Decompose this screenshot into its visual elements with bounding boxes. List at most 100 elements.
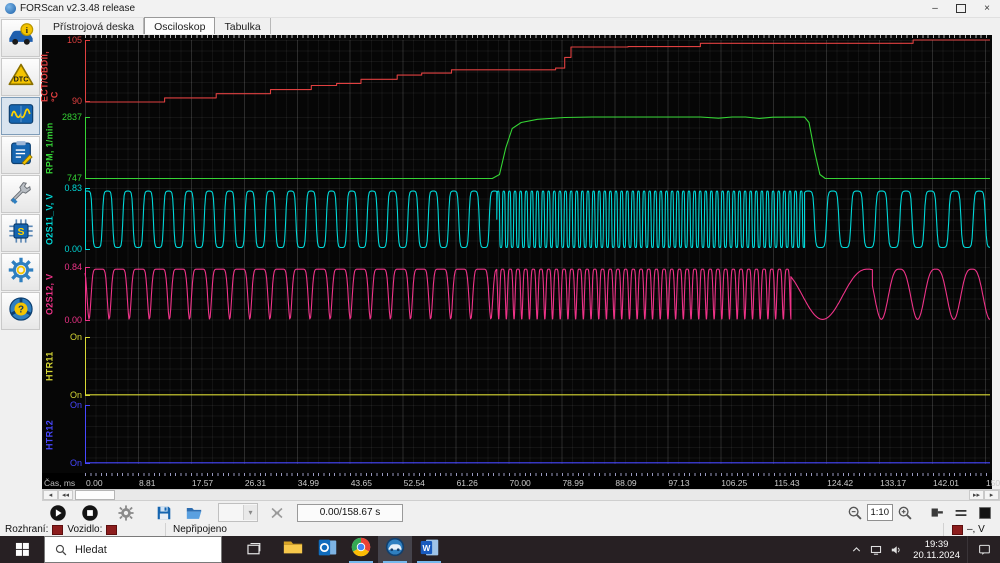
task-view-button[interactable]	[236, 536, 270, 563]
connection-status: Nepřipojeno	[173, 524, 227, 535]
gear-icon	[118, 504, 134, 521]
play-button[interactable]	[46, 503, 70, 523]
scroll-right-fast-icon[interactable]: ▸▸	[969, 490, 984, 500]
close-button[interactable]: ×	[974, 0, 1000, 17]
play-icon	[50, 504, 66, 521]
window-title: FORScan v2.3.48 release	[20, 3, 136, 14]
chip-icon: S	[7, 217, 35, 250]
measure-lines-button[interactable]	[949, 503, 973, 523]
sidebar-item-settings[interactable]	[1, 253, 40, 291]
scrollbar-track[interactable]	[115, 490, 969, 500]
app-icon	[5, 3, 16, 14]
horizontal-scrollbar[interactable]: ◂ ◂◂ ▸▸ ▸	[42, 489, 1000, 501]
volume-tray-icon[interactable]	[886, 536, 906, 563]
axis-bracket-htr11	[85, 337, 90, 396]
sidebar-item-about[interactable]: ?	[1, 292, 40, 330]
zoom-in-button[interactable]	[893, 503, 917, 523]
network-tray-icon[interactable]	[866, 536, 886, 563]
tab-tabulka[interactable]: Tabulka	[215, 18, 271, 34]
time-tick-12: 106.25	[721, 478, 748, 488]
taskbar-app-forscan[interactable]	[378, 536, 412, 563]
stop-icon	[82, 504, 98, 521]
sidebar-item-service[interactable]	[1, 175, 40, 213]
clear-marker-button[interactable]	[265, 503, 289, 523]
time-tick-9: 78.99	[562, 478, 584, 488]
scroll-left-fast-icon[interactable]: ◂◂	[58, 490, 73, 500]
svg-text:?: ?	[17, 304, 23, 315]
scrollbar-thumb[interactable]	[75, 490, 115, 500]
sidebar-item-dtc[interactable]: DTC	[1, 58, 40, 96]
taskbar-app-file-explorer[interactable]	[276, 536, 310, 563]
vehicle-led	[106, 524, 118, 535]
taskbar-app-word[interactable]: W	[412, 536, 446, 563]
scroll-right-icon[interactable]: ▸	[984, 490, 999, 500]
title-bar: FORScan v2.3.48 release – ×	[0, 0, 1000, 18]
time-tick-4: 34.99	[297, 478, 320, 488]
forscan-icon	[384, 536, 406, 563]
tab-pristrojova-deska[interactable]: Přístrojová deska	[44, 18, 145, 34]
start-button[interactable]	[0, 536, 44, 563]
black-square-button[interactable]	[973, 503, 997, 523]
trace-rpm	[85, 116, 990, 180]
marker-tool-button[interactable]	[925, 503, 949, 523]
tray-expand-button[interactable]	[846, 536, 866, 563]
network-icon	[871, 545, 882, 555]
time-position-readout: 0.00/158.67 s	[297, 503, 403, 522]
maximize-button[interactable]	[948, 0, 974, 17]
taskbar-app-outlook[interactable]	[310, 536, 344, 563]
open-button[interactable]	[182, 503, 206, 523]
stop-button[interactable]	[78, 503, 102, 523]
svg-text:S: S	[17, 226, 24, 238]
time-tick-3: 26.31	[244, 478, 267, 488]
taskbar-clock[interactable]: 19:39 20.11.2024	[913, 539, 960, 561]
minimize-button[interactable]: –	[922, 0, 948, 17]
time-tick-10: 88.09	[615, 478, 637, 488]
forscan-window: FORScan v2.3.48 release – × Přístrojová …	[0, 0, 1000, 563]
axis-bracket-ect	[85, 40, 90, 102]
action-center-button[interactable]	[967, 536, 1000, 563]
status-bar: Rozhraní: Vozidlo: Nepřipojeno –, V	[0, 523, 1000, 536]
time-axis-label: Čas, ms	[44, 478, 76, 488]
clock-time: 19:39	[924, 538, 949, 550]
sidebar-item-oscilloscope[interactable]	[1, 97, 40, 135]
time-tick-13: 115.43	[774, 478, 800, 488]
sidebar-item-programming[interactable]: S	[1, 214, 40, 252]
scroll-left-icon[interactable]: ◂	[43, 490, 58, 500]
interface-label: Rozhraní:	[5, 524, 49, 535]
settings-button[interactable]	[114, 503, 138, 523]
speaker-icon	[891, 545, 900, 554]
marker-tool-icon	[931, 508, 943, 517]
oscilloscope-icon	[7, 100, 35, 133]
time-tick-0: 0.00	[86, 478, 103, 488]
zoom-ratio-box[interactable]: 1:10	[866, 504, 893, 521]
clock-date: 20.11.2024	[913, 549, 960, 561]
chevron-down-icon: ▾	[243, 505, 257, 520]
measure-lines-icon	[955, 509, 967, 516]
time-tick-1: 8.81	[138, 478, 156, 488]
measure-readout: –, V	[967, 524, 985, 535]
file-explorer-icon	[282, 536, 304, 563]
sidebar-item-tests[interactable]	[1, 136, 40, 174]
system-tray: 19:39 20.11.2024	[846, 536, 1000, 563]
svg-text:DTC: DTC	[13, 74, 29, 83]
windows-logo-icon	[15, 542, 29, 556]
axis-bracket-o2s11	[85, 188, 90, 250]
clear-marker-icon	[271, 507, 283, 518]
save-icon	[157, 506, 171, 519]
search-input[interactable]: Hledat	[44, 536, 222, 563]
time-tick-strip	[85, 473, 990, 476]
time-tick-7: 61.26	[456, 478, 478, 488]
time-tick-11: 97.13	[668, 478, 690, 488]
time-tick-16: 142.01	[933, 478, 960, 488]
taskbar-app-chrome[interactable]	[344, 536, 378, 563]
oscilloscope-plot[interactable]: ECT/OBDII, °C 105 90 RPM, 1/min 2837 747 O2S11…	[40, 35, 992, 473]
interface-led	[52, 524, 64, 535]
outlook-icon	[317, 537, 338, 563]
trace-o2s12	[84, 268, 991, 320]
sidebar-item-vehicle-info[interactable]: i	[1, 19, 40, 57]
tab-osciloskop[interactable]: Osciloskop	[144, 17, 216, 34]
save-button[interactable]	[152, 503, 176, 523]
svg-text:W: W	[422, 543, 430, 553]
marker-combo[interactable]: ▾	[218, 503, 258, 522]
zoom-out-button[interactable]	[843, 503, 867, 523]
